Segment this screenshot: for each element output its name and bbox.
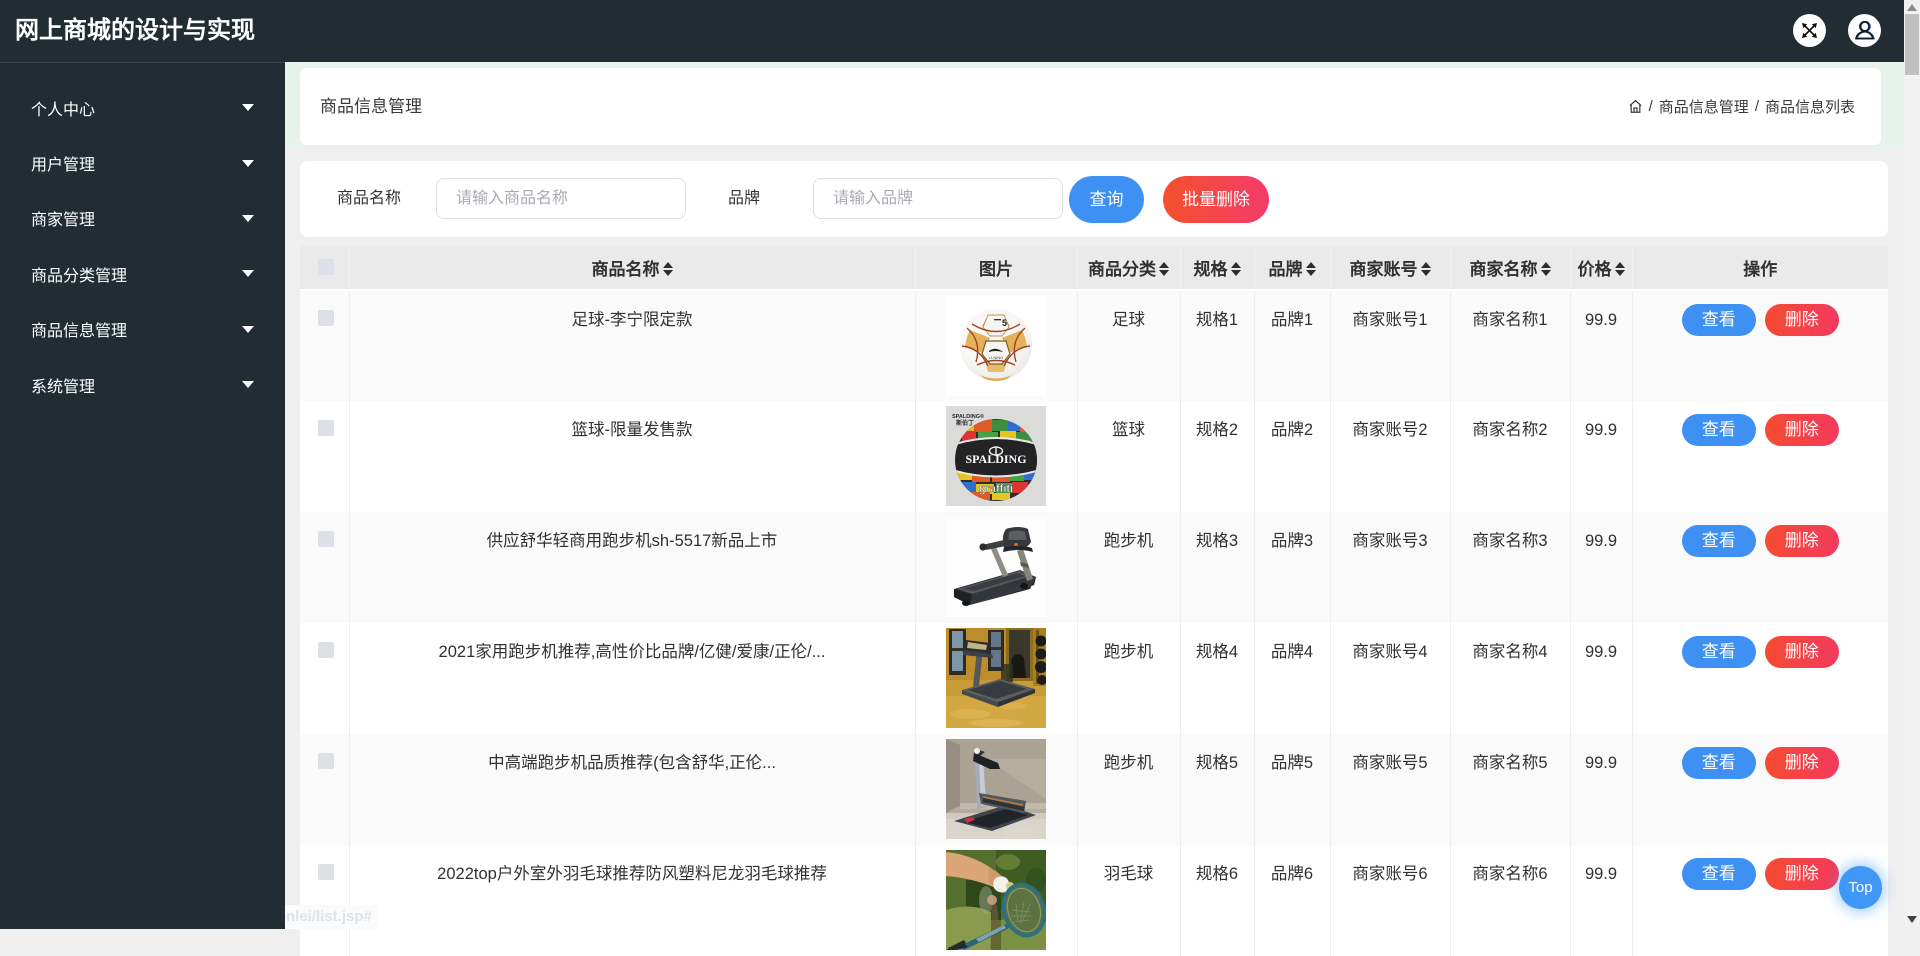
svg-text:5: 5 (1002, 318, 1007, 328)
svg-text:LI-NING: LI-NING (989, 355, 1004, 360)
svg-text:graffiti: graffiti (979, 483, 1013, 495)
svg-text:斯伯丁: 斯伯丁 (956, 419, 974, 427)
svg-text:SPALDING®: SPALDING® (952, 413, 984, 420)
